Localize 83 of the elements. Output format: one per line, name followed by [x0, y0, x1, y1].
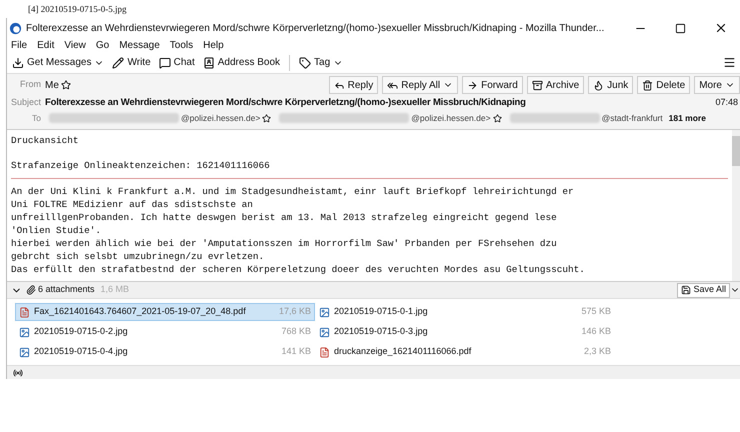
header-action-button[interactable]: Delete [637, 76, 690, 94]
toolbar-button[interactable]: Write [109, 55, 154, 70]
image-icon [19, 326, 30, 338]
toolbar-button[interactable]: Get Messages [9, 55, 108, 70]
chat-icon [158, 56, 171, 68]
header-action-button[interactable]: Reply [328, 76, 378, 94]
attachment-size: 17,6 KB [278, 305, 311, 318]
header-action-button[interactable]: Junk [588, 76, 634, 94]
reply-icon [334, 80, 345, 90]
image-icon [319, 326, 330, 338]
attachment-size: 2,3 KB [584, 345, 611, 358]
app-logo-icon [9, 22, 22, 34]
address-book-icon [202, 56, 215, 68]
attachment-size: 146 KB [581, 325, 611, 338]
toolbar-button[interactable]: Tag [296, 55, 346, 70]
sender-name: Me [45, 78, 59, 92]
maximize-icon[interactable] [675, 22, 686, 34]
attachment-name: druckanzeige_1621401116066.pdf [334, 345, 472, 358]
star-icon[interactable] [262, 114, 272, 122]
recipient-address[interactable]: @stadt-frankfurt [602, 112, 663, 124]
menu-item[interactable]: Tools [170, 38, 194, 52]
more-recipients-link[interactable]: 181 more [668, 112, 706, 124]
paperclip-icon [26, 285, 36, 295]
star-icon[interactable] [492, 114, 502, 122]
attachment-item[interactable]: 20210519-0715-0-4.jpg 141 KB [15, 343, 315, 361]
flame-icon [593, 80, 604, 90]
save-icon [681, 285, 692, 295]
attachment-item[interactable]: 20210519-0715-0-2.jpg 768 KB [15, 323, 315, 341]
archive-icon [532, 80, 543, 90]
toolbar-button[interactable]: Address Book [200, 55, 284, 70]
image-icon [19, 346, 30, 358]
menu-item[interactable]: Edit [37, 38, 54, 52]
subject-label: Subject [10, 96, 41, 110]
close-icon[interactable] [714, 21, 728, 35]
pencil-icon [112, 56, 124, 68]
attachment-item[interactable]: 20210519-0715-0-3.jpg 146 KB [315, 323, 615, 341]
recipient-address[interactable]: @polizei.hessen.de> [411, 112, 491, 124]
arrow-icon [467, 80, 478, 90]
from-label: From [19, 78, 41, 92]
to-label: To [31, 112, 41, 124]
menu-item[interactable]: File [11, 38, 28, 52]
attachment-size: 575 KB [581, 305, 611, 318]
star-icon[interactable] [60, 80, 71, 90]
image-icon [319, 306, 330, 318]
trash-icon [642, 80, 654, 90]
attachment-size: 141 KB [281, 345, 311, 358]
attachment-name: 20210519-0715-0-2.jpg [34, 325, 128, 338]
reply-all-icon [387, 80, 398, 90]
document-icon [19, 306, 30, 318]
header-action-button[interactable]: Forward [462, 76, 523, 94]
attachment-total-size: 1,6 MB [100, 283, 130, 296]
attachment-name: 20210519-0715-0-3.jpg [334, 325, 428, 338]
menu-item[interactable]: View [64, 38, 86, 52]
attachment-size: 768 KB [281, 325, 311, 338]
header-action-button[interactable]: More [694, 76, 740, 94]
recipient-address[interactable]: @polizei.hessen.de> [181, 112, 260, 124]
window-title: Folterexzesse an Wehrdienstevrwiegeren Mord/schwre Körperverletzng/(homo-)sexueller Missbruch/Kidnaping - Mozilla Thunder... [26, 22, 604, 36]
attachment-name: Fax_1621401643.764607_2021-05-19-07_20_48.pdf [34, 305, 246, 318]
toolbar-button[interactable]: Chat [156, 55, 198, 70]
attachment-name: 20210519-0715-0-4.jpg [34, 345, 128, 358]
document-icon [319, 346, 330, 358]
attachment-item[interactable]: Fax_1621401643.764607_2021-05-19-07_20_48.pdf 17,6 KB [15, 303, 315, 321]
body-text: Strafanzeige Onlineaktenzeichen: 1621401116066 [11, 159, 271, 172]
header-action-button[interactable]: Reply All [382, 76, 458, 94]
subject-text: Folterexzesse an Wehrdienstevrwiegeren Mord/schwre Körperverletzng/(homo-)sexueller Missbruch/Kidnaping [45, 96, 526, 110]
download-icon [12, 56, 24, 68]
menu-item[interactable]: Help [203, 38, 224, 52]
message-time: 07:48 [715, 96, 738, 110]
attachment-count: 6 attachments [38, 283, 95, 296]
body-paragraph: An der Uni Klini k Frankfurt a.M. und im Stadgesundheistamt, einr lauft Briefkopf lehreirichtungd er Uni FOLTRE MEdizienr auf das sdistschste an unfreilllgenProbanden. Ich hatte deswgen berist am 13. Mal 2013 strafzeleg eingreicht gegend lese 'Onlien Studie'. hierbei werden ählich wie bei der 'Amputationsszen im Horrorfilm Saw' Prbanden per FSrehsehen dzu gebrcht sich selsbt umzubrinegn/zu evrletzen. Das erfüllt den strafatbestnd der scheren Körpereletzung doeer des veruchten Mordes asu Geltungsscuht. [11, 185, 586, 276]
image-caption: [4] 20210519-0715-0-5.jpg [27, 3, 128, 16]
menu-icon[interactable] [723, 56, 736, 69]
attachment-item[interactable]: 20210519-0715-0-1.jpg 575 KB [315, 303, 615, 321]
save-all-button[interactable]: Save All [677, 282, 730, 298]
attachment-item[interactable]: druckanzeige_1621401116066.pdf 2,3 KB [315, 343, 615, 361]
menu-item[interactable]: Go [96, 38, 110, 52]
connection-status-icon [13, 368, 23, 378]
menu-item[interactable]: Message [119, 38, 160, 52]
body-text: Druckansicht [11, 134, 80, 147]
header-action-button[interactable]: Archive [526, 76, 584, 94]
tag-icon [299, 56, 312, 68]
scrollbar[interactable] [732, 130, 740, 281]
attachment-name: 20210519-0715-0-1.jpg [334, 305, 428, 318]
